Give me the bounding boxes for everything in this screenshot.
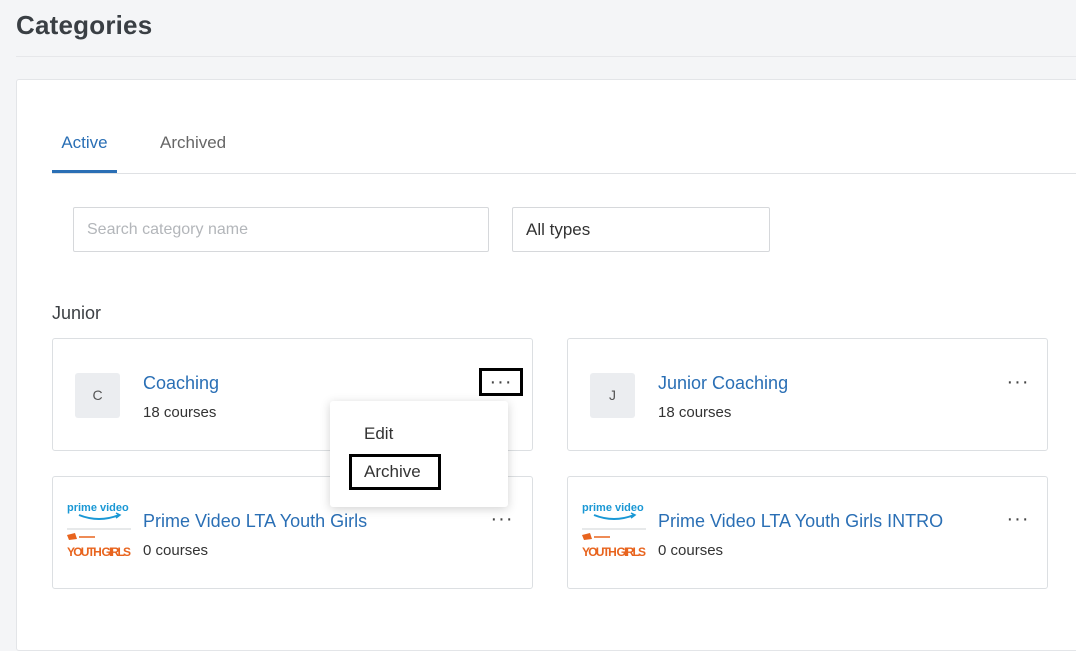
prime-video-youth-girls-logo: prime video YOUTH GIRLS	[582, 502, 646, 559]
search-category-input[interactable]	[73, 207, 489, 252]
more-dots-icon: ···	[1006, 508, 1030, 530]
course-count: 18 courses	[658, 404, 732, 421]
tab-active-label: Active	[61, 133, 108, 152]
more-options-button[interactable]: ···	[996, 508, 1040, 536]
category-name-link[interactable]: Prime Video LTA Youth Girls	[143, 511, 367, 532]
menu-item-archive[interactable]: Archive	[349, 454, 441, 490]
category-avatar: C	[75, 373, 120, 418]
category-card-junior-coaching[interactable]: J Junior Coaching 18 courses ···	[567, 338, 1048, 451]
logo-text-youth-girls: YOUTH GIRLS	[67, 545, 131, 559]
menu-item-archive-label: Archive	[364, 462, 421, 481]
logo-text-prime: prime video	[582, 502, 644, 514]
group-heading: Junior	[52, 303, 102, 323]
active-tab-indicator	[52, 170, 117, 173]
category-avatar: J	[590, 373, 635, 418]
logo-text-prime: prime video	[67, 502, 129, 514]
more-dots-icon: ···	[1006, 371, 1030, 393]
menu-item-edit[interactable]: Edit	[330, 416, 508, 452]
category-name-link[interactable]: Prime Video LTA Youth Girls INTRO	[658, 511, 943, 532]
page-title: Categories	[16, 10, 153, 40]
more-dots-icon: ···	[490, 508, 514, 530]
categories-panel: Active Archived All types Junior C Coach…	[16, 79, 1076, 651]
category-name-link[interactable]: Coaching	[143, 373, 219, 394]
menu-item-edit-label: Edit	[364, 424, 394, 443]
tab-bar: Active Archived	[52, 130, 1076, 174]
tab-archived-label: Archived	[160, 133, 227, 152]
tab-active[interactable]: Active	[52, 130, 117, 173]
card-options-menu: Edit Archive	[330, 401, 508, 507]
type-filter-select[interactable]: All types	[512, 207, 770, 252]
more-options-button[interactable]: ···	[480, 508, 524, 536]
tab-archived[interactable]: Archived	[160, 130, 226, 172]
course-count: 0 courses	[658, 542, 724, 559]
category-card-prime-video-youth-girls-intro[interactable]: prime video YOUTH GIRLS Prime Video LTA …	[567, 476, 1048, 589]
course-count: 0 courses	[143, 542, 209, 559]
logo-text-youth-girls: YOUTH GIRLS	[582, 545, 646, 559]
category-name-link[interactable]: Junior Coaching	[658, 373, 788, 394]
title-divider	[16, 56, 1076, 57]
course-count: 18 courses	[143, 404, 217, 421]
more-dots-icon: ···	[489, 371, 513, 393]
prime-video-youth-girls-logo: prime video YOUTH GIRLS	[67, 502, 131, 559]
more-options-button[interactable]: ···	[996, 371, 1040, 399]
more-options-button[interactable]: ···	[479, 368, 523, 396]
